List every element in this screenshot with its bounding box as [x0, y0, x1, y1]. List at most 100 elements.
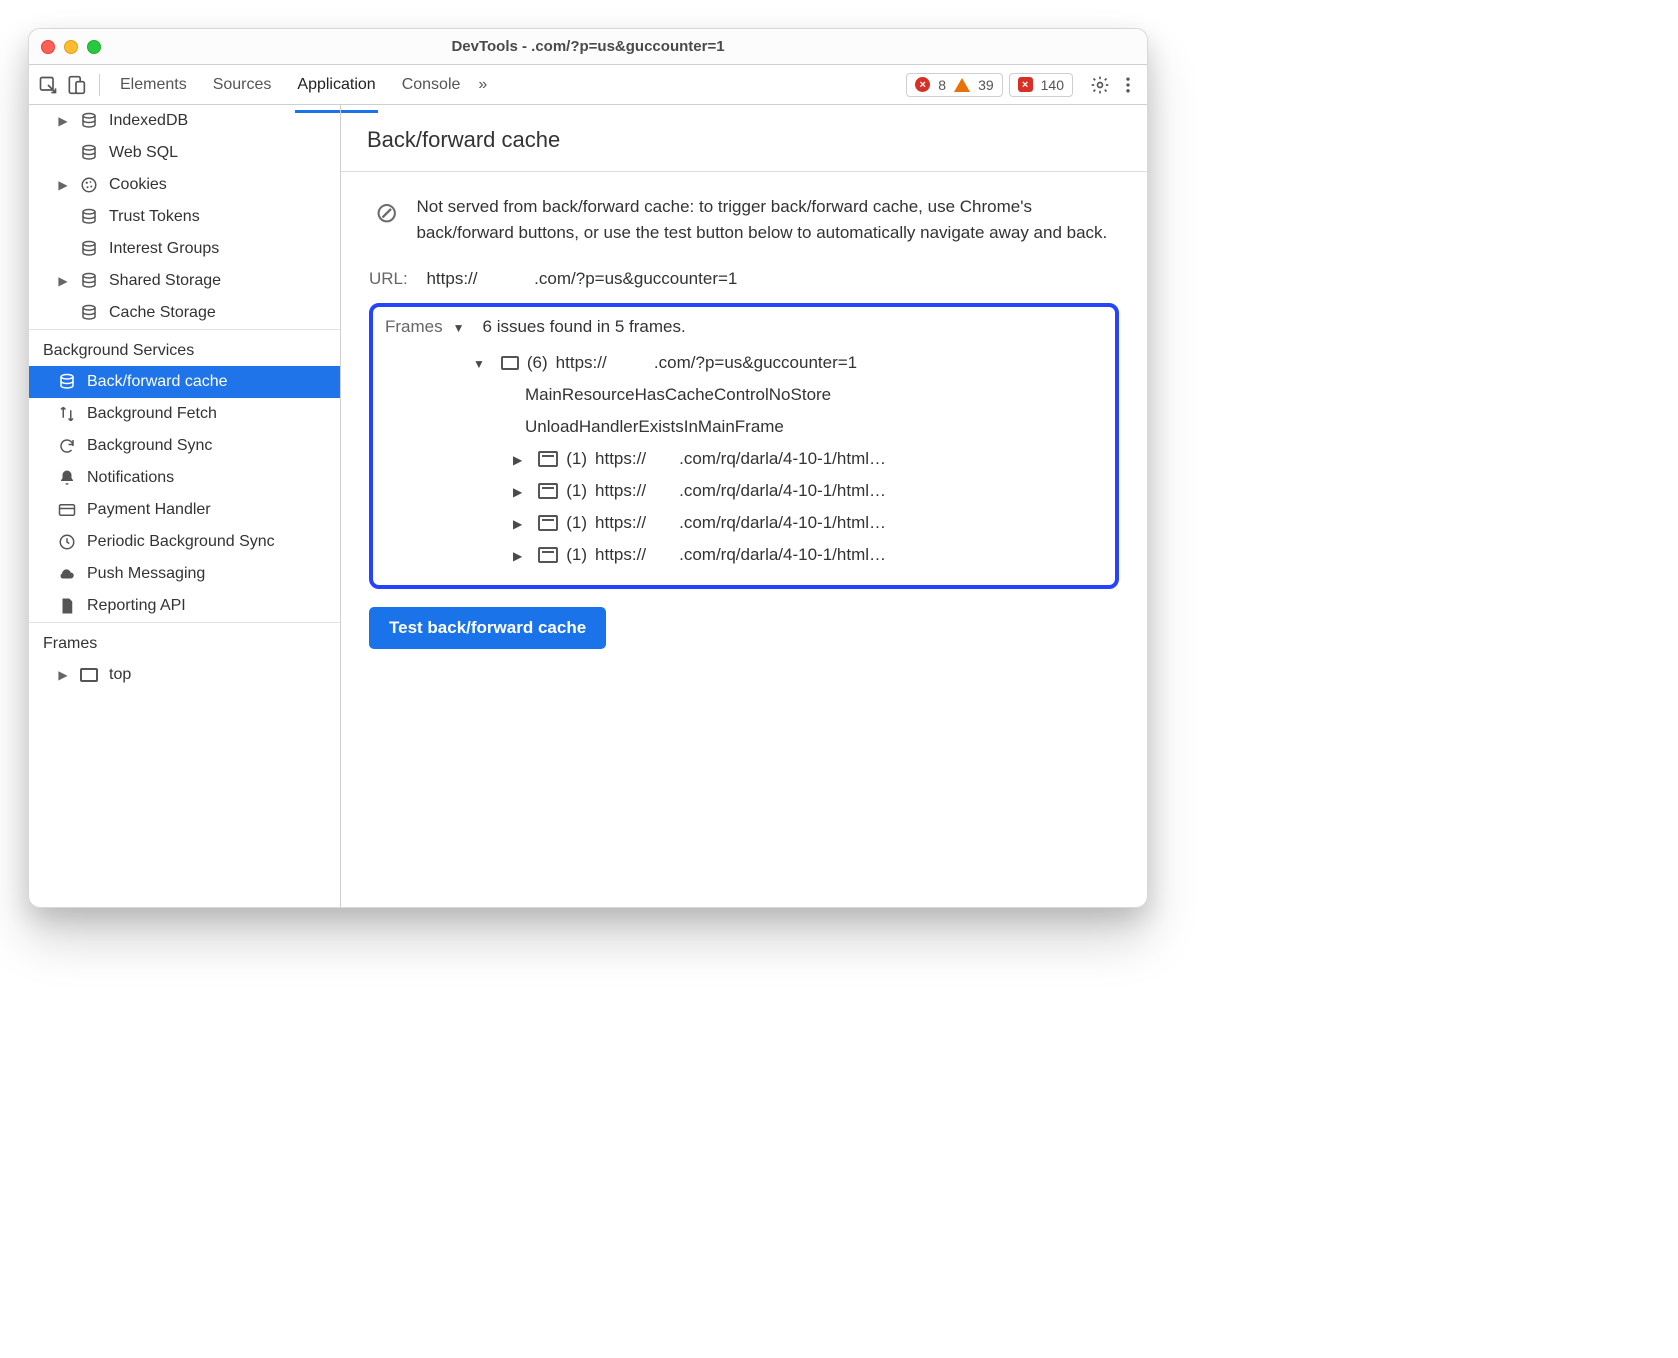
database-icon	[79, 239, 99, 259]
chevron-down-icon	[473, 353, 493, 373]
issue-icon: ×	[1018, 77, 1033, 92]
frame-count: (1)	[566, 513, 587, 533]
sidebar-item-websql[interactable]: Web SQL	[29, 137, 340, 169]
toolbar-divider	[99, 74, 100, 96]
frame-reason: MainResourceHasCacheControlNoStore	[385, 379, 1103, 411]
panel-tabs: Elements Sources Application Console	[118, 67, 462, 103]
cloud-icon	[57, 564, 77, 584]
toolbar-metrics: × 8 39 × 140	[906, 73, 1073, 97]
console-errors-warnings[interactable]: × 8 39	[906, 73, 1002, 97]
frame-row-child[interactable]: (1) https:// .com/rq/darla/4-10-1/html…	[385, 507, 1103, 539]
application-sidebar: ▶ IndexedDB Web SQL ▶ Cookies Trust Toke…	[29, 105, 341, 907]
card-icon	[57, 500, 77, 520]
bfcache-summary-text: Not served from back/forward cache: to t…	[416, 194, 1119, 247]
sidebar-item-background-fetch[interactable]: Background Fetch	[29, 398, 340, 430]
sidebar-item-label: Background Fetch	[87, 405, 217, 423]
error-icon: ×	[915, 77, 930, 92]
chevron-right-icon	[513, 513, 530, 533]
frame-row-child[interactable]: (1) https:// .com/rq/darla/4-10-1/html…	[385, 443, 1103, 475]
inspect-icon[interactable]	[37, 74, 59, 96]
chevron-right-icon	[513, 545, 530, 565]
chevron-right-icon	[513, 449, 530, 469]
sidebar-item-label: Periodic Background Sync	[87, 533, 275, 551]
sidebar-item-indexeddb[interactable]: ▶ IndexedDB	[29, 105, 340, 137]
pane-title: Back/forward cache	[341, 105, 1147, 172]
sidebar-item-shared-storage[interactable]: ▶ Shared Storage	[29, 265, 340, 297]
frames-summary: 6 issues found in 5 frames.	[483, 317, 686, 337]
frame-row-root[interactable]: (6) https:// .com/?p=us&guccounter=1	[385, 347, 1103, 379]
sidebar-item-label: Notifications	[87, 469, 174, 487]
more-tabs-button[interactable]: »	[478, 76, 487, 94]
sidebar-item-label: Interest Groups	[109, 240, 219, 258]
sidebar-item-reporting-api[interactable]: Reporting API	[29, 590, 340, 622]
error-count: 8	[938, 77, 946, 93]
sidebar-item-cache-storage[interactable]: Cache Storage	[29, 297, 340, 329]
sidebar-item-label: Trust Tokens	[109, 208, 200, 226]
sidebar-item-label: Background Sync	[87, 437, 212, 455]
chevron-down-icon	[453, 317, 473, 337]
tab-elements[interactable]: Elements	[118, 67, 189, 103]
sidebar-item-label: Web SQL	[109, 144, 178, 162]
sidebar-item-trust-tokens[interactable]: Trust Tokens	[29, 201, 340, 233]
chevron-right-icon: ▶	[57, 178, 69, 192]
close-button[interactable]	[41, 40, 55, 54]
sidebar-item-label: Back/forward cache	[87, 373, 228, 391]
frame-count: (1)	[566, 481, 587, 501]
frame-url: https:// .com/?p=us&guccounter=1	[556, 353, 857, 373]
frames-issues-box: Frames 6 issues found in 5 frames. (6) h…	[369, 303, 1119, 589]
test-bfcache-button[interactable]: Test back/forward cache	[369, 607, 606, 649]
database-icon	[57, 372, 77, 392]
sidebar-section-frames: Frames	[29, 622, 340, 659]
iframe-icon	[538, 483, 558, 499]
database-icon	[79, 111, 99, 131]
sidebar-item-label: IndexedDB	[109, 112, 188, 130]
warning-count: 39	[978, 77, 994, 93]
chevron-right-icon: ▶	[57, 114, 69, 128]
frame-count: (1)	[566, 545, 587, 565]
sidebar-item-frame-top[interactable]: ▶ top	[29, 659, 340, 691]
tab-sources[interactable]: Sources	[211, 67, 274, 103]
frames-header[interactable]: Frames 6 issues found in 5 frames.	[385, 317, 1103, 337]
issues-badge[interactable]: × 140	[1009, 73, 1073, 97]
frame-row-child[interactable]: (1) https:// .com/rq/darla/4-10-1/html…	[385, 539, 1103, 571]
device-toggle-icon[interactable]	[65, 74, 87, 96]
database-icon	[79, 207, 99, 227]
clock-icon	[57, 532, 77, 552]
minimize-button[interactable]	[64, 40, 78, 54]
sidebar-item-label: Cookies	[109, 176, 167, 194]
frames-label: Frames	[385, 317, 443, 337]
frame-url: https:// .com/rq/darla/4-10-1/html…	[595, 545, 886, 565]
window-title: DevTools - .com/?p=us&guccounter=1	[29, 38, 1147, 55]
main-pane: Back/forward cache ⊘ Not served from bac…	[341, 105, 1147, 907]
tab-console[interactable]: Console	[400, 67, 463, 103]
frame-count: (1)	[566, 449, 587, 469]
sidebar-item-cookies[interactable]: ▶ Cookies	[29, 169, 340, 201]
sidebar-item-interest-groups[interactable]: Interest Groups	[29, 233, 340, 265]
sidebar-item-push-messaging[interactable]: Push Messaging	[29, 558, 340, 590]
zoom-button[interactable]	[87, 40, 101, 54]
sidebar-item-notifications[interactable]: Notifications	[29, 462, 340, 494]
sidebar-item-payment-handler[interactable]: Payment Handler	[29, 494, 340, 526]
frame-icon	[501, 356, 519, 370]
gear-icon[interactable]	[1089, 74, 1111, 96]
devtools-toolbar: Elements Sources Application Console » ×…	[29, 65, 1147, 105]
blocked-icon: ⊘	[375, 196, 398, 229]
frame-reason: UnloadHandlerExistsInMainFrame	[385, 411, 1103, 443]
chevron-right-icon: ▶	[57, 668, 69, 682]
sidebar-item-label: top	[109, 666, 131, 684]
sidebar-section-background: Background Services	[29, 329, 340, 366]
sidebar-item-label: Reporting API	[87, 597, 186, 615]
document-icon	[57, 596, 77, 616]
sidebar-item-periodic-sync[interactable]: Periodic Background Sync	[29, 526, 340, 558]
database-icon	[79, 303, 99, 323]
frame-row-child[interactable]: (1) https:// .com/rq/darla/4-10-1/html…	[385, 475, 1103, 507]
sidebar-item-label: Push Messaging	[87, 565, 205, 583]
frame-icon	[79, 665, 99, 685]
sidebar-item-background-sync[interactable]: Background Sync	[29, 430, 340, 462]
sidebar-item-bfcache[interactable]: Back/forward cache	[29, 366, 340, 398]
iframe-icon	[538, 451, 558, 467]
kebab-menu-icon[interactable]	[1117, 74, 1139, 96]
url-value: https:// .com/?p=us&guccounter=1	[426, 269, 737, 288]
sidebar-item-label: Shared Storage	[109, 272, 221, 290]
chevron-right-icon: ▶	[57, 274, 69, 288]
